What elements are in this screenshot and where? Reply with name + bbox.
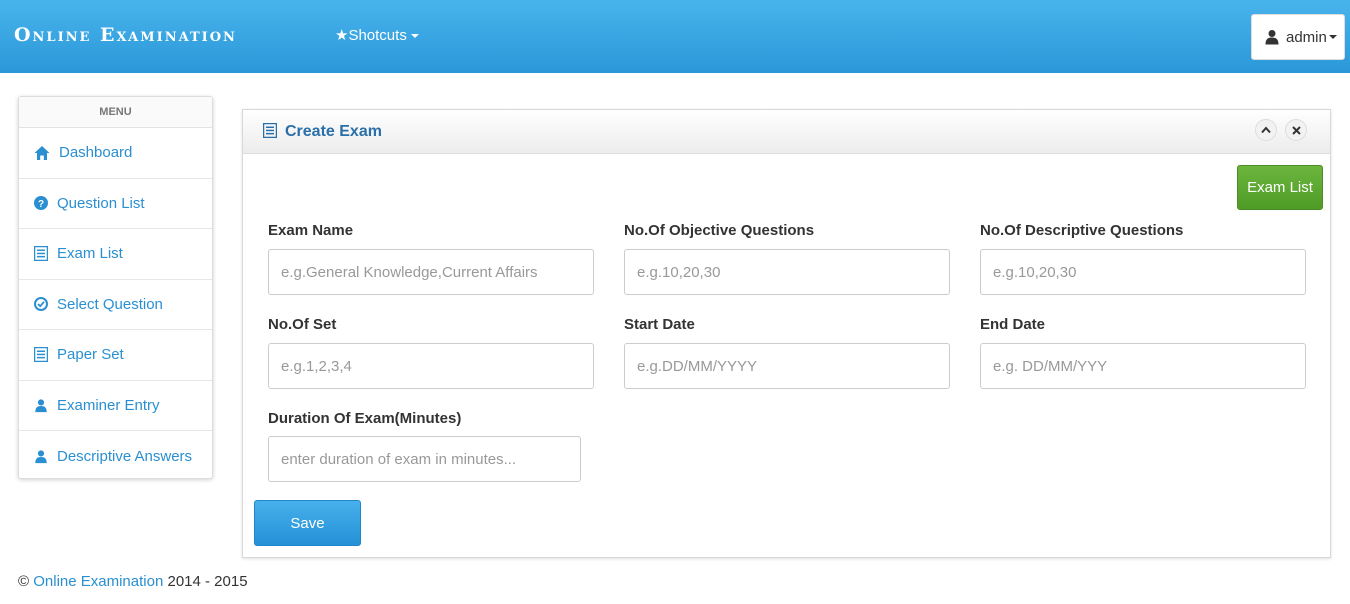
- list-icon: [34, 347, 48, 363]
- sidebar-item-paper-set[interactable]: Paper Set: [19, 330, 212, 381]
- sidebar-item-label: Dashboard: [59, 144, 133, 162]
- exam-list-button[interactable]: Exam List: [1237, 165, 1323, 210]
- check-circle-icon: [34, 297, 48, 312]
- start-date-input[interactable]: [624, 343, 950, 389]
- chevron-up-icon: [1261, 126, 1271, 134]
- sidebar-item-label: Descriptive Answers: [57, 447, 193, 465]
- sets-input[interactable]: [268, 343, 594, 389]
- caret-down-icon: [410, 34, 419, 39]
- create-exam-panel: Create Exam Exam List Exam Name No.Of Ob…: [242, 109, 1331, 558]
- question-circle-icon: ?: [34, 196, 48, 211]
- caret-down-icon: [1328, 35, 1337, 39]
- copyright-symbol: ©: [18, 573, 30, 590]
- start-date-label: Start Date: [624, 316, 695, 333]
- sidebar-item-label: Paper Set: [57, 346, 124, 364]
- footer-link[interactable]: Online Examination: [33, 573, 163, 590]
- sidebar-item-exam-list[interactable]: Exam List: [19, 229, 212, 280]
- brand-title[interactable]: Online Examination: [14, 24, 237, 46]
- descriptive-questions-input[interactable]: [980, 249, 1306, 295]
- sidebar-item-descriptive-answers[interactable]: Descriptive Answers: [19, 431, 212, 482]
- save-button[interactable]: Save: [254, 500, 361, 546]
- menu-title: MENU: [19, 97, 212, 128]
- sidebar-item-dashboard[interactable]: Dashboard: [19, 128, 212, 179]
- sidebar-item-select-question[interactable]: Select Question: [19, 280, 212, 330]
- panel-title: Create Exam: [285, 123, 382, 140]
- star-icon: ★: [335, 27, 349, 44]
- user-menu-button[interactable]: admin: [1251, 14, 1345, 60]
- duration-label: Duration Of Exam(Minutes): [268, 410, 462, 427]
- footer-years: 2014 - 2015: [167, 573, 248, 590]
- collapse-button[interactable]: [1255, 119, 1277, 141]
- sidebar-item-examiner-entry[interactable]: Examiner Entry: [19, 381, 212, 431]
- sidebar-item-label: Examiner Entry: [57, 396, 160, 414]
- shortcuts-dropdown[interactable]: ★Shotcuts: [335, 26, 419, 44]
- sidebar-item-label: Select Question: [57, 295, 163, 313]
- footer: © Online Examination 2014 - 2015: [18, 573, 248, 590]
- top-navbar: Online Examination ★Shotcuts admin: [0, 0, 1350, 73]
- user-icon: [35, 399, 47, 412]
- descriptive-questions-label: No.Of Descriptive Questions: [980, 222, 1184, 239]
- user-name: admin: [1286, 28, 1327, 46]
- sidebar-item-label: Question List: [57, 194, 145, 212]
- sidebar-item-label: Exam List: [57, 245, 123, 263]
- end-date-input[interactable]: [980, 343, 1306, 389]
- exam-name-input[interactable]: [268, 249, 594, 295]
- objective-questions-input[interactable]: [624, 249, 950, 295]
- user-icon: [1265, 30, 1279, 45]
- objective-questions-label: No.Of Objective Questions: [624, 222, 815, 239]
- shortcuts-label: Shotcuts: [348, 27, 407, 44]
- close-icon: [1291, 125, 1301, 135]
- list-icon: [263, 123, 277, 138]
- sidebar-menu: MENU Dashboard ? Question List Exam List…: [18, 96, 213, 479]
- end-date-label: End Date: [980, 316, 1046, 333]
- home-icon: [34, 145, 50, 160]
- svg-text:?: ?: [38, 199, 44, 210]
- list-icon: [34, 246, 48, 262]
- user-icon: [35, 450, 47, 463]
- duration-input[interactable]: [268, 436, 581, 482]
- panel-header: Create Exam: [243, 110, 1330, 154]
- sidebar-item-question-list[interactable]: ? Question List: [19, 179, 212, 229]
- exam-name-label: Exam Name: [268, 222, 354, 239]
- sets-label: No.Of Set: [268, 316, 337, 333]
- close-button[interactable]: [1285, 119, 1307, 141]
